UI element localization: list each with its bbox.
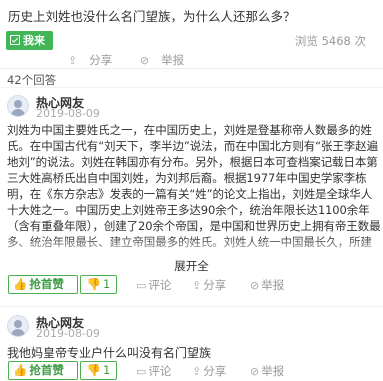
report-icon: ⊘ xyxy=(139,54,150,67)
answer-author: 热心网友 2019-08-09 xyxy=(7,94,377,120)
report-icon: ⊘ xyxy=(250,279,260,292)
dislike-button[interactable]: 👎 1 xyxy=(80,275,117,294)
answers-count: 42个回答 xyxy=(7,73,57,87)
expand-all-link[interactable]: 展开全 xyxy=(0,258,383,274)
thumb-up-icon: 👍 xyxy=(13,363,28,377)
answer-author: 热心网友 2019-08-09 xyxy=(7,314,377,340)
answer-button-label: 我来 xyxy=(23,34,45,47)
question-share-link[interactable]: ⇪ 分享 xyxy=(68,52,124,68)
answer-body: 我他妈皇帝专业户什么叫没有名门望族 xyxy=(7,346,212,360)
dislike-button[interactable]: 👎 1 xyxy=(80,361,117,380)
question-actions: ⇪ 分享 ⊘ 举报 xyxy=(68,52,208,68)
view-count: 浏览 5468 次 xyxy=(294,34,366,48)
thumb-down-icon: 👎 xyxy=(86,277,101,291)
user-avatar-icon xyxy=(7,95,29,117)
comment-link[interactable]: ▭ 评论 xyxy=(136,363,171,379)
question-report-link[interactable]: ⊘ 举报 xyxy=(140,52,196,68)
share-link[interactable]: ⇪ 分享 xyxy=(192,363,226,379)
answers-count-bar: 42个回答 xyxy=(0,68,383,88)
thumb-down-icon: 👎 xyxy=(86,363,101,377)
share-icon: ⇪ xyxy=(192,365,202,378)
answer-vote-row: 👍 抢首赞 👎 1 ▭ 评论 ⇪ 分享 ⊘ 举报 xyxy=(8,275,378,295)
qa-page: 历史上刘姓也没什么名门望族，为什么人还那么多？ 我来 浏览 5468 次 ⇪ 分享… xyxy=(0,0,383,381)
check-square-icon xyxy=(10,35,20,45)
share-icon: ⇪ xyxy=(68,54,78,67)
answer-date: 2019-08-09 xyxy=(36,107,100,120)
comment-link[interactable]: ▭ 评论 xyxy=(136,277,171,293)
answer-vote-row: 👍 抢首赞 👎 1 ▭ 评论 ⇪ 分享 ⊘ 举报 xyxy=(8,361,378,381)
comment-icon: ▭ xyxy=(136,365,147,378)
share-link[interactable]: ⇪ 分享 xyxy=(192,277,226,293)
report-link[interactable]: ⊘ 举报 xyxy=(250,277,284,293)
answer-body: 刘姓为中国主要姓氏之一，在中国历史上，刘姓是登基称帝人数最多的姓氏。在中国古代有… xyxy=(7,123,381,249)
answer-button[interactable]: 我来 xyxy=(6,31,53,50)
report-icon: ⊘ xyxy=(250,365,260,378)
thumb-up-icon: 👍 xyxy=(13,277,28,291)
user-avatar-icon xyxy=(7,315,29,337)
text-fade xyxy=(0,236,383,260)
divider xyxy=(0,306,383,307)
report-link[interactable]: ⊘ 举报 xyxy=(250,363,284,379)
like-button[interactable]: 👍 抢首赞 xyxy=(8,275,78,294)
like-button[interactable]: 👍 抢首赞 xyxy=(8,361,78,380)
question-meta-row: 我来 浏览 5468 次 xyxy=(6,31,378,51)
comment-icon: ▭ xyxy=(136,279,147,292)
share-icon: ⇪ xyxy=(192,279,202,292)
answer-date: 2019-08-09 xyxy=(36,327,100,340)
question-title: 历史上刘姓也没什么名门望族，为什么人还那么多？ xyxy=(8,9,296,24)
